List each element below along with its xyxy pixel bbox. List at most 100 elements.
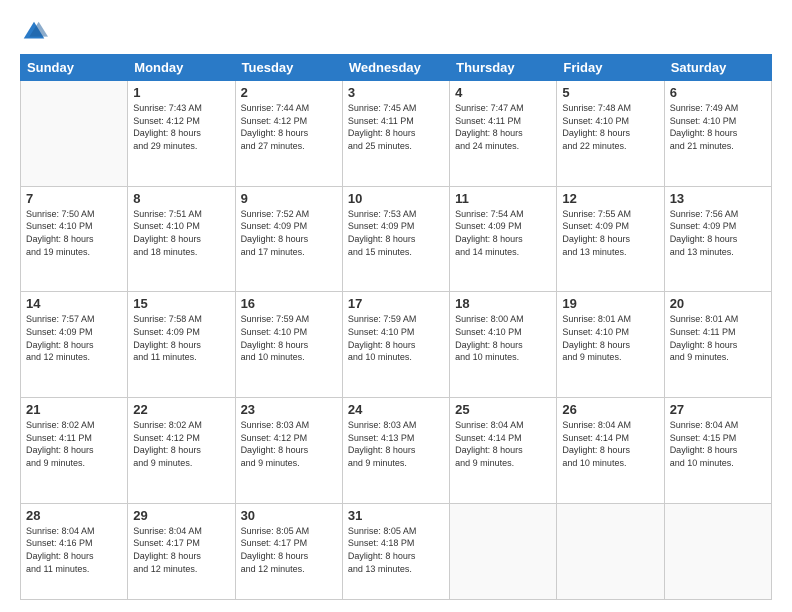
day-number: 10 (348, 191, 444, 206)
day-number: 25 (455, 402, 551, 417)
day-info: Sunrise: 7:53 AM Sunset: 4:09 PM Dayligh… (348, 208, 444, 258)
calendar-cell: 26 Sunrise: 8:04 AM Sunset: 4:14 PM Dayli… (557, 398, 664, 504)
day-info: Sunrise: 8:00 AM Sunset: 4:10 PM Dayligh… (455, 313, 551, 363)
calendar-cell (450, 503, 557, 599)
page: SundayMondayTuesdayWednesdayThursdayFrid… (0, 0, 792, 612)
day-info: Sunrise: 7:56 AM Sunset: 4:09 PM Dayligh… (670, 208, 766, 258)
day-info: Sunrise: 7:55 AM Sunset: 4:09 PM Dayligh… (562, 208, 658, 258)
calendar-cell: 20Sunrise: 8:01 AM Sunset: 4:11 PM Dayli… (664, 292, 771, 398)
calendar-table: SundayMondayTuesdayWednesdayThursdayFrid… (20, 54, 772, 600)
day-info: Sunrise: 8:04 AM Sunset: 4:14 PM Dayligh… (562, 419, 658, 469)
day-number: 16 (241, 296, 337, 311)
calendar-header-monday: Monday (128, 55, 235, 81)
calendar-cell: 29 Sunrise: 8:04 AM Sunset: 4:17 PM Dayli… (128, 503, 235, 599)
day-info: Sunrise: 8:04 AM Sunset: 4:16 PM Dayligh… (26, 525, 122, 575)
calendar-cell: 2 Sunrise: 7:44 AM Sunset: 4:12 PM Daylig… (235, 81, 342, 187)
day-info: Sunrise: 7:43 AM Sunset: 4:12 PM Dayligh… (133, 102, 229, 152)
calendar-header-sunday: Sunday (21, 55, 128, 81)
calendar-week-5: 28 Sunrise: 8:04 AM Sunset: 4:16 PM Dayli… (21, 503, 772, 599)
day-number: 11 (455, 191, 551, 206)
day-info: Sunrise: 8:01 AM Sunset: 4:10 PM Dayligh… (562, 313, 658, 363)
day-number: 3 (348, 85, 444, 100)
day-info: Sunrise: 7:59 AM Sunset: 4:10 PM Dayligh… (241, 313, 337, 363)
calendar-week-1: 1Sunrise: 7:43 AM Sunset: 4:12 PM Daylig… (21, 81, 772, 187)
day-info: Sunrise: 8:03 AM Sunset: 4:13 PM Dayligh… (348, 419, 444, 469)
day-info: Sunrise: 7:45 AM Sunset: 4:11 PM Dayligh… (348, 102, 444, 152)
day-number: 30 (241, 508, 337, 523)
day-number: 29 (133, 508, 229, 523)
calendar-cell: 6 Sunrise: 7:49 AM Sunset: 4:10 PM Daylig… (664, 81, 771, 187)
calendar-header-tuesday: Tuesday (235, 55, 342, 81)
day-number: 5 (562, 85, 658, 100)
calendar-cell: 1Sunrise: 7:43 AM Sunset: 4:12 PM Daylig… (128, 81, 235, 187)
day-info: Sunrise: 7:50 AM Sunset: 4:10 PM Dayligh… (26, 208, 122, 258)
calendar-header-row: SundayMondayTuesdayWednesdayThursdayFrid… (21, 55, 772, 81)
calendar-cell: 24 Sunrise: 8:03 AM Sunset: 4:13 PM Dayli… (342, 398, 449, 504)
day-info: Sunrise: 7:49 AM Sunset: 4:10 PM Dayligh… (670, 102, 766, 152)
day-info: Sunrise: 7:54 AM Sunset: 4:09 PM Dayligh… (455, 208, 551, 258)
calendar-cell: 14Sunrise: 7:57 AM Sunset: 4:09 PM Dayli… (21, 292, 128, 398)
calendar-cell: 7 Sunrise: 7:50 AM Sunset: 4:10 PM Daylig… (21, 186, 128, 292)
calendar-cell: 25 Sunrise: 8:04 AM Sunset: 4:14 PM Dayli… (450, 398, 557, 504)
day-info: Sunrise: 8:03 AM Sunset: 4:12 PM Dayligh… (241, 419, 337, 469)
calendar-cell: 4Sunrise: 7:47 AM Sunset: 4:11 PM Daylig… (450, 81, 557, 187)
day-number: 23 (241, 402, 337, 417)
day-number: 9 (241, 191, 337, 206)
day-number: 15 (133, 296, 229, 311)
day-info: Sunrise: 8:02 AM Sunset: 4:12 PM Dayligh… (133, 419, 229, 469)
calendar-cell: 28 Sunrise: 8:04 AM Sunset: 4:16 PM Dayli… (21, 503, 128, 599)
day-number: 7 (26, 191, 122, 206)
day-number: 21 (26, 402, 122, 417)
calendar-cell: 17Sunrise: 7:59 AM Sunset: 4:10 PM Dayli… (342, 292, 449, 398)
day-number: 20 (670, 296, 766, 311)
day-number: 12 (562, 191, 658, 206)
calendar-cell (664, 503, 771, 599)
day-number: 6 (670, 85, 766, 100)
day-number: 14 (26, 296, 122, 311)
calendar-cell: 5 Sunrise: 7:48 AM Sunset: 4:10 PM Daylig… (557, 81, 664, 187)
day-info: Sunrise: 7:51 AM Sunset: 4:10 PM Dayligh… (133, 208, 229, 258)
calendar-cell: 27Sunrise: 8:04 AM Sunset: 4:15 PM Dayli… (664, 398, 771, 504)
calendar-cell: 18 Sunrise: 8:00 AM Sunset: 4:10 PM Dayli… (450, 292, 557, 398)
day-number: 22 (133, 402, 229, 417)
day-number: 18 (455, 296, 551, 311)
calendar-cell (21, 81, 128, 187)
calendar-cell: 3 Sunrise: 7:45 AM Sunset: 4:11 PM Daylig… (342, 81, 449, 187)
calendar-week-2: 7 Sunrise: 7:50 AM Sunset: 4:10 PM Daylig… (21, 186, 772, 292)
day-number: 2 (241, 85, 337, 100)
calendar-cell: 8 Sunrise: 7:51 AM Sunset: 4:10 PM Daylig… (128, 186, 235, 292)
day-number: 26 (562, 402, 658, 417)
day-info: Sunrise: 7:52 AM Sunset: 4:09 PM Dayligh… (241, 208, 337, 258)
day-info: Sunrise: 8:02 AM Sunset: 4:11 PM Dayligh… (26, 419, 122, 469)
day-info: Sunrise: 7:48 AM Sunset: 4:10 PM Dayligh… (562, 102, 658, 152)
logo-icon (20, 18, 48, 46)
calendar-cell (557, 503, 664, 599)
day-info: Sunrise: 8:04 AM Sunset: 4:17 PM Dayligh… (133, 525, 229, 575)
day-info: Sunrise: 8:04 AM Sunset: 4:14 PM Dayligh… (455, 419, 551, 469)
day-info: Sunrise: 7:58 AM Sunset: 4:09 PM Dayligh… (133, 313, 229, 363)
day-number: 24 (348, 402, 444, 417)
day-number: 28 (26, 508, 122, 523)
calendar-header-thursday: Thursday (450, 55, 557, 81)
calendar-cell: 10 Sunrise: 7:53 AM Sunset: 4:09 PM Dayli… (342, 186, 449, 292)
calendar-cell: 31Sunrise: 8:05 AM Sunset: 4:18 PM Dayli… (342, 503, 449, 599)
day-info: Sunrise: 8:04 AM Sunset: 4:15 PM Dayligh… (670, 419, 766, 469)
day-number: 13 (670, 191, 766, 206)
calendar-week-3: 14Sunrise: 7:57 AM Sunset: 4:09 PM Dayli… (21, 292, 772, 398)
day-info: Sunrise: 7:47 AM Sunset: 4:11 PM Dayligh… (455, 102, 551, 152)
calendar-cell: 12 Sunrise: 7:55 AM Sunset: 4:09 PM Dayli… (557, 186, 664, 292)
calendar-cell: 23 Sunrise: 8:03 AM Sunset: 4:12 PM Dayli… (235, 398, 342, 504)
calendar-cell: 21 Sunrise: 8:02 AM Sunset: 4:11 PM Dayli… (21, 398, 128, 504)
day-info: Sunrise: 8:05 AM Sunset: 4:17 PM Dayligh… (241, 525, 337, 575)
calendar-cell: 30 Sunrise: 8:05 AM Sunset: 4:17 PM Dayli… (235, 503, 342, 599)
calendar-cell: 13 Sunrise: 7:56 AM Sunset: 4:09 PM Dayli… (664, 186, 771, 292)
calendar-header-wednesday: Wednesday (342, 55, 449, 81)
calendar-week-4: 21 Sunrise: 8:02 AM Sunset: 4:11 PM Dayli… (21, 398, 772, 504)
day-number: 8 (133, 191, 229, 206)
day-number: 31 (348, 508, 444, 523)
header (20, 18, 772, 46)
calendar-header-saturday: Saturday (664, 55, 771, 81)
calendar-cell: 16 Sunrise: 7:59 AM Sunset: 4:10 PM Dayli… (235, 292, 342, 398)
logo (20, 18, 52, 46)
day-info: Sunrise: 7:44 AM Sunset: 4:12 PM Dayligh… (241, 102, 337, 152)
